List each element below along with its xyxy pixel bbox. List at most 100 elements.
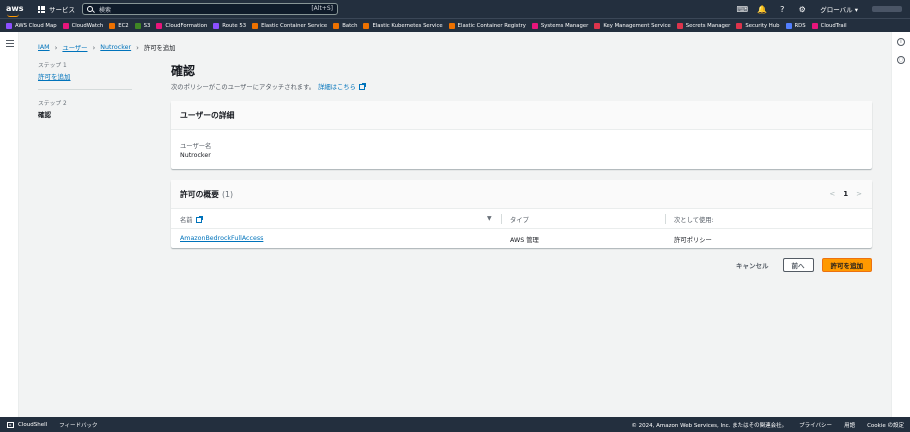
copyright-text: © 2024, Amazon Web Services, Inc. またはその関… — [631, 423, 788, 429]
search-input[interactable]: 検索 [Alt+S] — [82, 3, 338, 15]
policy-name-link[interactable]: AmazonBedrockFullAccess — [180, 235, 263, 242]
page-description: 次のポリシーがこのユーザーにアタッチされます。 詳細はこちら — [171, 82, 366, 91]
favorite-item[interactable]: Route 53 — [213, 22, 247, 29]
favorite-label: EC2 — [118, 22, 129, 29]
service-icon — [6, 22, 12, 29]
prev-page-button[interactable]: < — [829, 190, 835, 198]
form-actions: キャンセル 前へ 許可を追加 — [730, 258, 872, 272]
chevron-right-icon: › — [92, 43, 96, 52]
hamburger-menu-icon[interactable] — [6, 40, 14, 49]
add-permissions-button[interactable]: 許可を追加 — [821, 258, 872, 272]
sort-down-icon[interactable]: ▼ — [487, 215, 492, 222]
service-icon — [333, 22, 340, 29]
aws-logo-text: aws — [6, 4, 24, 13]
aws-logo[interactable]: aws — [6, 4, 28, 17]
breadcrumb-iam[interactable]: IAM — [38, 44, 50, 51]
favorite-label: RDS — [794, 22, 806, 29]
wizard-steps: ステップ 1 許可を追加 ステップ 2 確認 — [38, 60, 132, 119]
step-2-label: ステップ 2 — [38, 101, 67, 107]
external-link-icon — [195, 215, 203, 223]
terms-link[interactable]: 用語 — [844, 421, 855, 429]
user-details-header: ユーザーの詳細 — [171, 101, 872, 130]
service-icon — [156, 22, 163, 29]
favorite-item[interactable]: EC2 — [109, 22, 129, 29]
favorite-label: CloudTrail — [820, 22, 847, 29]
favorite-item[interactable]: Secrets Manager — [676, 22, 730, 29]
next-page-button[interactable]: > — [856, 190, 862, 198]
column-divider — [501, 214, 502, 224]
favorite-label: Key Management Service — [603, 22, 671, 29]
permissions-summary-card: 許可の概要 (1) < 1 > 名前 ▼ タイプ 次として使用: AmazonB… — [171, 180, 872, 248]
policy-used-as: 許可ポリシー — [674, 237, 712, 244]
service-icon — [134, 22, 141, 29]
favorite-item[interactable]: S3 — [134, 22, 151, 29]
table-header: 名前 ▼ タイプ 次として使用: — [171, 209, 872, 229]
account-menu[interactable] — [872, 6, 902, 12]
favorite-item[interactable]: CloudTrail — [811, 22, 847, 29]
settings-icon[interactable]: ◌ — [897, 56, 905, 64]
column-name[interactable]: 名前 — [180, 215, 203, 224]
step-1-link[interactable]: 許可を追加 — [38, 71, 71, 81]
favorite-label: CloudFormation — [165, 22, 208, 29]
region-selector[interactable]: グローバル ▾ — [820, 4, 858, 14]
favorite-label: S3 — [143, 22, 151, 29]
favorite-item[interactable]: Elastic Kubernetes Service — [363, 22, 443, 29]
feedback-link[interactable]: フィードバック — [59, 421, 97, 429]
cloudshell-link[interactable]: CloudShell — [18, 422, 47, 428]
favorite-item[interactable]: CloudWatch — [62, 22, 104, 29]
chevron-right-icon: › — [54, 43, 58, 52]
external-link-icon — [358, 82, 366, 90]
details-link[interactable]: 詳細はこちら — [318, 82, 356, 91]
bell-icon[interactable]: 🔔 — [752, 5, 772, 14]
current-page[interactable]: 1 — [843, 190, 848, 198]
services-menu[interactable]: サービス — [38, 4, 75, 14]
top-navigation: aws サービス 検索 [Alt+S] ⌨ 🔔 ? ⚙ グローバル ▾ — [0, 0, 910, 18]
favorites-bar: AWS Cloud Map CloudWatch EC2 S3 CloudFormati… — [0, 18, 910, 32]
favorite-item[interactable]: Elastic Container Registry — [448, 22, 526, 29]
cancel-button[interactable]: キャンセル — [730, 260, 775, 270]
description-text: 次のポリシーがこのユーザーにアタッチされます。 — [171, 84, 316, 91]
right-rail: i ◌ — [891, 32, 910, 417]
column-divider — [665, 214, 666, 224]
username-key: ユーザー名 — [180, 143, 212, 150]
favorite-label: Route 53 — [222, 22, 247, 29]
policy-type: AWS 管理 — [510, 237, 539, 244]
favorite-item[interactable]: Security Hub — [736, 22, 780, 29]
column-used-as[interactable]: 次として使用: — [674, 215, 714, 224]
favorite-label: Batch — [342, 22, 358, 29]
cloudshell-icon[interactable]: ▸ — [7, 421, 14, 428]
user-details-card: ユーザーの詳細 ユーザー名 Nutrocker — [171, 101, 872, 169]
info-icon[interactable]: i — [897, 38, 905, 46]
privacy-link[interactable]: プライバシー — [799, 421, 832, 429]
cloudshell-icon[interactable]: ⌨ — [732, 5, 752, 14]
breadcrumb-user[interactable]: Nutrocker — [100, 44, 131, 51]
favorite-item[interactable]: Elastic Container Service — [252, 22, 327, 29]
services-label: サービス — [49, 6, 75, 14]
grid-icon — [38, 5, 45, 13]
help-icon[interactable]: ? — [772, 5, 792, 14]
favorite-item[interactable]: Systems Manager — [531, 22, 588, 29]
search-shortcut: [Alt+S] — [311, 5, 333, 12]
service-icon — [531, 22, 538, 29]
favorite-item[interactable]: RDS — [785, 22, 806, 29]
favorite-item[interactable]: Key Management Service — [594, 22, 671, 29]
service-icon — [109, 22, 116, 29]
favorite-item[interactable]: CloudFormation — [156, 22, 208, 29]
previous-button[interactable]: 前へ — [782, 258, 814, 272]
column-type[interactable]: タイプ — [510, 215, 529, 224]
cookie-settings-link[interactable]: Cookie の設定 — [867, 421, 904, 429]
pagination: < 1 > — [829, 190, 862, 198]
service-icon — [811, 22, 818, 29]
favorite-item[interactable]: Batch — [333, 22, 358, 29]
favorite-item[interactable]: AWS Cloud Map — [6, 22, 57, 29]
service-icon — [785, 22, 792, 29]
service-icon — [594, 22, 601, 29]
favorite-label: CloudWatch — [71, 22, 104, 29]
permissions-title: 許可の概要 — [180, 189, 219, 199]
service-icon — [213, 22, 220, 29]
step-divider — [38, 89, 132, 90]
gear-icon[interactable]: ⚙ — [792, 5, 812, 14]
column-name-label: 名前 — [180, 217, 193, 224]
breadcrumb-users[interactable]: ユーザー — [62, 43, 87, 52]
permissions-header: 許可の概要 (1) — [171, 180, 872, 209]
